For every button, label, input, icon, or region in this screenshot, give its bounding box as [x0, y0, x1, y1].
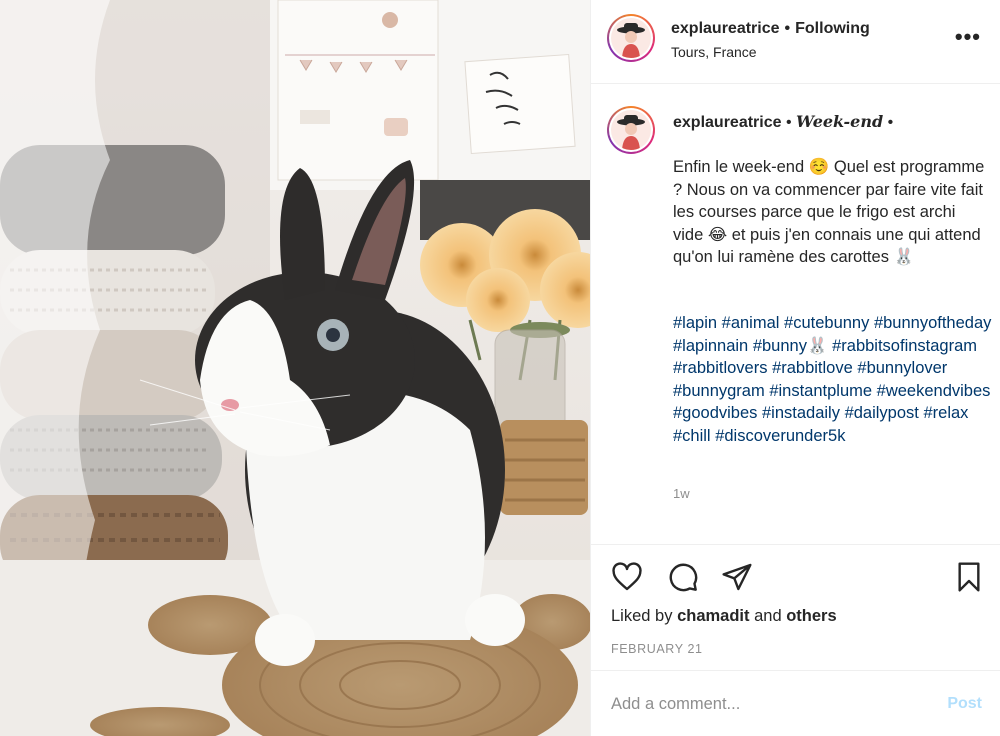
liked-by-and: and — [754, 607, 782, 625]
hashtag-link[interactable]: #animal — [722, 314, 780, 332]
heart-icon[interactable] — [611, 561, 643, 593]
post-photo[interactable] — [0, 0, 590, 736]
hashtag-link[interactable]: #lapinnain — [673, 337, 748, 355]
avatar[interactable] — [607, 14, 655, 62]
post-header: explaureatrice • Following Tours, France •… — [591, 0, 1000, 84]
comment-input[interactable] — [611, 691, 911, 717]
more-horizontal-icon[interactable]: ••• — [955, 26, 981, 48]
hashtag-link[interactable]: #chill — [673, 427, 711, 445]
caption-separator: • — [887, 114, 894, 131]
post-date[interactable]: FEBRUARY 21 — [611, 642, 703, 656]
hashtag-link[interactable]: #bunnygram — [673, 382, 765, 400]
paper-plane-icon[interactable] — [721, 561, 753, 593]
hashtag-link[interactable]: #cutebunny — [784, 314, 869, 332]
action-bar: Liked by chamadit and others FEBRUARY 21 — [591, 544, 1000, 670]
hashtag-list: #lapin #animal #cutebunny #bunnyoftheday… — [673, 312, 993, 447]
comment-icon[interactable] — [667, 561, 699, 593]
hashtag-link[interactable]: #dailypost — [845, 404, 919, 422]
hashtag-link[interactable]: #rabbitlove — [772, 359, 853, 377]
caption-section: explaureatrice • Week-end • Enfin le wee… — [591, 84, 1000, 544]
hashtag-link[interactable]: #instadaily — [762, 404, 840, 422]
caption-text: Enfin le week-end ☺️ Quel est programme … — [673, 158, 985, 266]
caption-user-line: explaureatrice • Week-end • — [673, 112, 893, 132]
hashtag-emoji: 🐰 — [806, 336, 828, 355]
post-side-panel: explaureatrice • Following Tours, France •… — [590, 0, 1000, 736]
hashtag-link[interactable]: #instantplume — [769, 382, 872, 400]
caption-separator: • — [785, 114, 792, 131]
header-username[interactable]: explaureatrice — [671, 20, 780, 37]
liked-by-user[interactable]: chamadit — [677, 607, 749, 625]
hashtag-link[interactable]: #relax — [923, 404, 968, 422]
post-comment-button[interactable]: Post — [947, 695, 982, 713]
caption-avatar[interactable] — [607, 106, 655, 154]
liked-by-prefix: Liked by — [611, 607, 673, 625]
bunny-photo-illustration — [0, 0, 590, 736]
hashtag-link[interactable]: #bunnylover — [857, 359, 947, 377]
liked-by-others[interactable]: others — [786, 607, 836, 625]
liked-by-line: Liked by chamadit and others — [611, 607, 837, 626]
bookmark-icon[interactable] — [953, 561, 985, 593]
header-user-line: explaureatrice • Following — [671, 20, 870, 38]
avatar-illustration — [617, 115, 645, 150]
hashtag-link[interactable]: #rabbitsofinstagram — [832, 337, 977, 355]
caption-username[interactable]: explaureatrice — [673, 114, 782, 131]
hashtag-link[interactable]: #bunnyoftheday — [874, 314, 991, 332]
header-separator: • — [784, 20, 791, 37]
hashtag-link[interactable]: #lapin — [673, 314, 717, 332]
hashtag-link[interactable]: #weekendvibes — [877, 382, 991, 400]
comment-box: Post — [591, 670, 1000, 736]
post-time-ago[interactable]: 1w — [673, 486, 690, 501]
hashtag-link[interactable]: #discoverunder5k — [715, 427, 845, 445]
hashtag-link[interactable]: #bunny — [753, 337, 807, 355]
location-link[interactable]: Tours, France — [671, 44, 757, 60]
caption-display-name: Week-end — [796, 112, 884, 131]
hashtag-link[interactable]: #rabbitlovers — [673, 359, 767, 377]
following-button[interactable]: Following — [795, 20, 870, 37]
hashtag-link[interactable]: #goodvibes — [673, 404, 757, 422]
avatar-illustration — [617, 23, 645, 58]
